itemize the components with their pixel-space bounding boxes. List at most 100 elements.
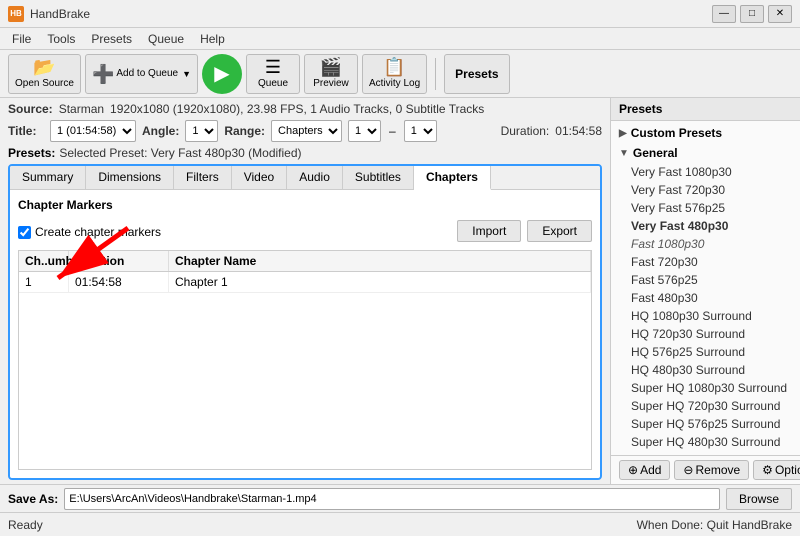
preset-very-fast-720p30[interactable]: Very Fast 720p30: [611, 181, 800, 199]
toolbar-separator: [435, 58, 436, 90]
presets-button[interactable]: Presets: [444, 54, 509, 94]
preset-very-fast-1080p30[interactable]: Very Fast 1080p30: [611, 163, 800, 181]
table-header: Ch..umber Duration Chapter Name: [19, 251, 591, 272]
export-button[interactable]: Export: [527, 220, 592, 242]
browse-button[interactable]: Browse: [726, 488, 792, 510]
chapter-name-input[interactable]: [175, 275, 584, 289]
add-preset-button[interactable]: ⊕ Add: [619, 460, 670, 480]
angle-select[interactable]: 1: [185, 120, 218, 142]
table-row: 1 01:54:58: [19, 272, 591, 293]
sidebar: Presets ▶ Custom Presets ▼ General Very …: [610, 98, 800, 484]
preset-group-custom-header[interactable]: ▶ Custom Presets: [611, 123, 800, 143]
add-to-queue-label: Add to Queue: [116, 68, 178, 79]
chapter-table: Ch..umber Duration Chapter Name 1 01:54:…: [18, 250, 592, 470]
preview-button[interactable]: 🎬 Preview: [304, 54, 358, 94]
when-done-label: When Done:: [637, 518, 704, 532]
preset-fast-576p25[interactable]: Fast 576p25: [611, 271, 800, 289]
preset-group-general: ▼ General Very Fast 1080p30 Very Fast 72…: [611, 143, 800, 451]
preset-hq-1080p30-surround[interactable]: HQ 1080p30 Surround: [611, 307, 800, 325]
create-chapter-markers-checkbox[interactable]: [18, 226, 31, 239]
tab-filters[interactable]: Filters: [174, 166, 232, 189]
range-separator: –: [387, 124, 398, 138]
preset-very-fast-480p30[interactable]: Very Fast 480p30: [611, 217, 800, 235]
activity-log-label: Activity Log: [369, 78, 420, 89]
saveas-label: Save As:: [8, 492, 58, 506]
menu-queue[interactable]: Queue: [140, 30, 192, 48]
custom-presets-label: Custom Presets: [631, 126, 722, 140]
minimize-button[interactable]: —: [712, 5, 736, 23]
col-header-name: Chapter Name: [169, 251, 591, 271]
preset-group-general-header[interactable]: ▼ General: [611, 143, 800, 163]
preview-label: Preview: [313, 78, 349, 89]
menu-presets[interactable]: Presets: [83, 30, 140, 48]
activity-log-icon: 📋: [383, 58, 405, 76]
when-done-text: When Done: Quit HandBrake: [637, 518, 792, 532]
source-label: Source:: [8, 102, 53, 116]
range-start-select[interactable]: 1: [348, 120, 381, 142]
preset-hq-480p30-surround[interactable]: HQ 480p30 Surround: [611, 361, 800, 379]
statusbar: Ready When Done: Quit HandBrake: [0, 512, 800, 536]
tab-subtitles[interactable]: Subtitles: [343, 166, 414, 189]
window-controls: — □ ✕: [712, 5, 792, 23]
tab-video[interactable]: Video: [232, 166, 287, 189]
title-select[interactable]: 1 (01:54:58): [50, 120, 136, 142]
left-content: Source: Starman 1920x1080 (1920x1080), 2…: [0, 98, 610, 484]
open-source-icon: 📂: [33, 58, 55, 76]
preset-superhq-1080p30-surround[interactable]: Super HQ 1080p30 Surround: [611, 379, 800, 397]
cell-name[interactable]: [169, 272, 591, 293]
tab-dimensions[interactable]: Dimensions: [86, 166, 174, 189]
selected-preset-value: Selected Preset: Very Fast 480p30 (Modif…: [59, 146, 301, 160]
preset-fast-720p30[interactable]: Fast 720p30: [611, 253, 800, 271]
angle-label: Angle:: [142, 124, 179, 138]
tab-audio[interactable]: Audio: [287, 166, 343, 189]
remove-preset-button[interactable]: ⊖ Remove: [674, 460, 749, 480]
import-button[interactable]: Import: [457, 220, 521, 242]
preset-fast-1080p30[interactable]: Fast 1080p30: [611, 235, 800, 253]
start-encode-button[interactable]: ▶: [202, 54, 242, 94]
tab-bar: Summary Dimensions Filters Video Audio S…: [10, 166, 600, 190]
close-button[interactable]: ✕: [768, 5, 792, 23]
preset-superhq-576p25-surround[interactable]: Super HQ 576p25 Surround: [611, 415, 800, 433]
duration-value: 01:54:58: [555, 124, 602, 138]
range-end-select[interactable]: 1: [404, 120, 437, 142]
source-info: 1920x1080 (1920x1080), 23.98 FPS, 1 Audi…: [110, 102, 484, 116]
menu-tools[interactable]: Tools: [39, 30, 83, 48]
activity-log-button[interactable]: 📋 Activity Log: [362, 54, 427, 94]
tab-summary[interactable]: Summary: [10, 166, 86, 189]
titlebar: HB HandBrake — □ ✕: [0, 0, 800, 28]
range-type-select[interactable]: Chapters: [271, 120, 342, 142]
custom-presets-arrow: ▶: [619, 128, 627, 139]
preset-superhq-720p30-surround[interactable]: Super HQ 720p30 Surround: [611, 397, 800, 415]
add-to-queue-icon: ➕: [92, 65, 114, 83]
chapter-action-buttons: Import Export: [457, 220, 592, 242]
preset-superhq-480p30-surround[interactable]: Super HQ 480p30 Surround: [611, 433, 800, 451]
general-presets-arrow: ▼: [619, 148, 629, 159]
source-value: Starman: [59, 102, 104, 116]
preview-icon: 🎬: [320, 58, 342, 76]
queue-button[interactable]: ☰ Queue: [246, 54, 300, 94]
saveas-input[interactable]: [64, 488, 720, 510]
options-preset-button[interactable]: ⚙ Options: [753, 460, 800, 480]
menu-file[interactable]: File: [4, 30, 39, 48]
add-to-queue-dropdown-arrow[interactable]: ▼: [182, 69, 191, 79]
add-icon: ⊕: [628, 463, 638, 477]
open-source-button[interactable]: 📂 Open Source: [8, 54, 81, 94]
cell-number: 1: [19, 272, 69, 293]
saveas-bar: Save As: Browse: [0, 484, 800, 512]
tab-chapters[interactable]: Chapters: [414, 166, 491, 190]
open-source-label: Open Source: [15, 78, 74, 89]
app-title: HandBrake: [30, 7, 712, 21]
preset-hq-720p30-surround[interactable]: HQ 720p30 Surround: [611, 325, 800, 343]
preset-very-fast-576p25[interactable]: Very Fast 576p25: [611, 199, 800, 217]
chapter-markers-header: Chapter Markers: [18, 198, 592, 212]
preset-fast-480p30[interactable]: Fast 480p30: [611, 289, 800, 307]
app-icon: HB: [8, 6, 24, 22]
preset-hq-576p25-surround[interactable]: HQ 576p25 Surround: [611, 343, 800, 361]
remove-preset-label: Remove: [695, 463, 740, 477]
queue-icon: ☰: [265, 58, 281, 76]
menu-help[interactable]: Help: [192, 30, 233, 48]
presets-row-label: Presets:: [8, 146, 55, 160]
add-to-queue-button[interactable]: ➕ Add to Queue ▼: [85, 54, 198, 94]
maximize-button[interactable]: □: [740, 5, 764, 23]
options-icon: ⚙: [762, 463, 773, 477]
